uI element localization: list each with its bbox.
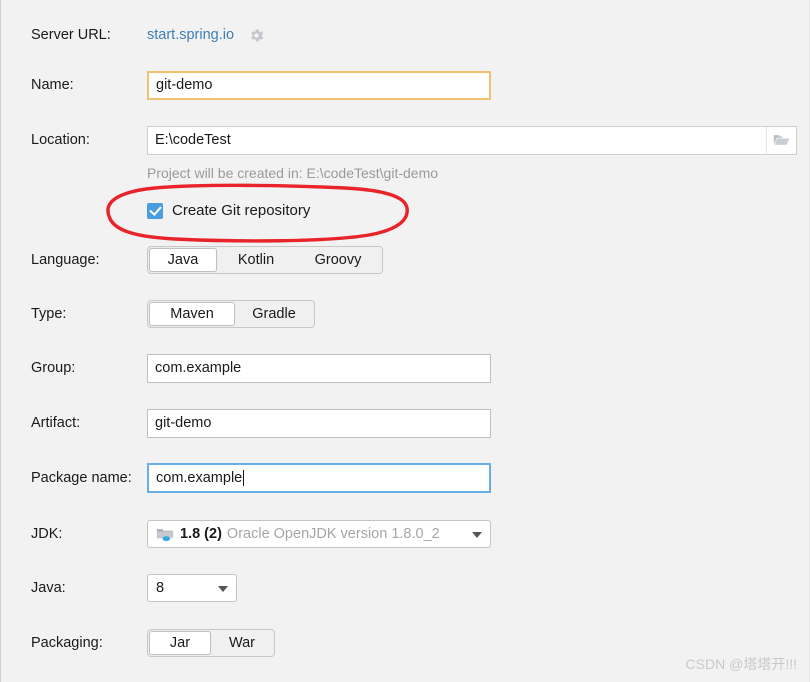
language-label: Language: (31, 252, 100, 268)
jdk-folder-icon (156, 527, 174, 542)
chevron-down-icon[interactable] (218, 586, 228, 592)
server-url-value-zone: start.spring.io (147, 27, 265, 44)
create-git-repository-checkbox[interactable] (147, 202, 163, 219)
language-segmented-control[interactable]: Java Kotlin Groovy (147, 246, 383, 274)
artifact-input-value: git-demo (155, 415, 212, 431)
name-row: Name: git-demo (1, 70, 810, 100)
package-name-input[interactable]: com.example (147, 463, 491, 493)
group-label: Group: (31, 360, 76, 376)
server-url-link[interactable]: start.spring.io (147, 27, 234, 43)
gear-icon[interactable] (248, 27, 265, 44)
watermark: CSDN @塔塔开!!! (685, 656, 797, 672)
jdk-version: 1.8 (2) (180, 526, 222, 542)
packaging-label: Packaging: (31, 635, 103, 651)
project-path-hint: Project will be created in: E:\codeTest\… (147, 165, 439, 181)
artifact-label: Artifact: (31, 415, 81, 431)
jdk-description: Oracle OpenJDK version 1.8.0_2 (226, 526, 440, 542)
type-label: Type: (31, 306, 67, 322)
jdk-label: JDK: (31, 526, 63, 542)
type-option-maven[interactable]: Maven (149, 302, 235, 326)
group-input[interactable]: com.example (147, 353, 491, 383)
text-cursor (243, 470, 245, 486)
new-project-form-panel: Server URL: start.spring.io Name: git-de… (0, 0, 810, 682)
language-option-java[interactable]: Java (149, 248, 217, 272)
create-git-repository-row[interactable]: Create Git repository (147, 202, 310, 219)
artifact-input[interactable]: git-demo (147, 408, 491, 438)
chevron-down-icon[interactable] (472, 532, 482, 538)
create-git-repository-label: Create Git repository (172, 202, 311, 219)
name-label: Name: (31, 77, 74, 93)
language-option-kotlin[interactable]: Kotlin (217, 248, 295, 272)
jdk-combobox[interactable]: 1.8 (2) Oracle OpenJDK version 1.8.0_2 (147, 520, 491, 548)
language-row: Language: Java Kotlin Groovy (1, 245, 810, 275)
java-label: Java: (31, 580, 66, 596)
package-name-row: Package name: com.example (1, 463, 810, 493)
packaging-option-war[interactable]: War (211, 631, 273, 655)
server-url-row: Server URL: start.spring.io (1, 20, 810, 50)
server-url-label: Server URL: (31, 27, 111, 43)
java-row: Java: 8 (1, 573, 810, 603)
location-label: Location: (31, 132, 90, 148)
java-version-combobox[interactable]: 8 (147, 574, 237, 602)
packaging-option-jar[interactable]: Jar (149, 631, 211, 655)
type-segmented-control[interactable]: Maven Gradle (147, 300, 315, 328)
location-row: Location: E:\codeTest (1, 125, 810, 155)
folder-icon (773, 135, 790, 145)
package-name-input-value: com.example (156, 470, 243, 486)
artifact-row: Artifact: git-demo (1, 408, 810, 438)
group-input-value: com.example (155, 360, 242, 376)
browse-folder-button[interactable] (766, 126, 796, 154)
group-row: Group: com.example (1, 353, 810, 383)
java-version-value: 8 (156, 580, 165, 596)
name-input[interactable]: git-demo (147, 70, 491, 100)
jdk-row: JDK: 1.8 (2) Oracle OpenJDK version 1.8.… (1, 519, 810, 549)
location-input-value: E:\codeTest (155, 132, 231, 148)
type-row: Type: Maven Gradle (1, 299, 810, 329)
package-name-label: Package name: (31, 470, 132, 486)
name-input-value: git-demo (156, 77, 213, 93)
type-option-gradle[interactable]: Gradle (235, 302, 313, 326)
location-input[interactable]: E:\codeTest (147, 125, 797, 155)
language-option-groovy[interactable]: Groovy (295, 248, 381, 272)
packaging-segmented-control[interactable]: Jar War (147, 629, 275, 657)
